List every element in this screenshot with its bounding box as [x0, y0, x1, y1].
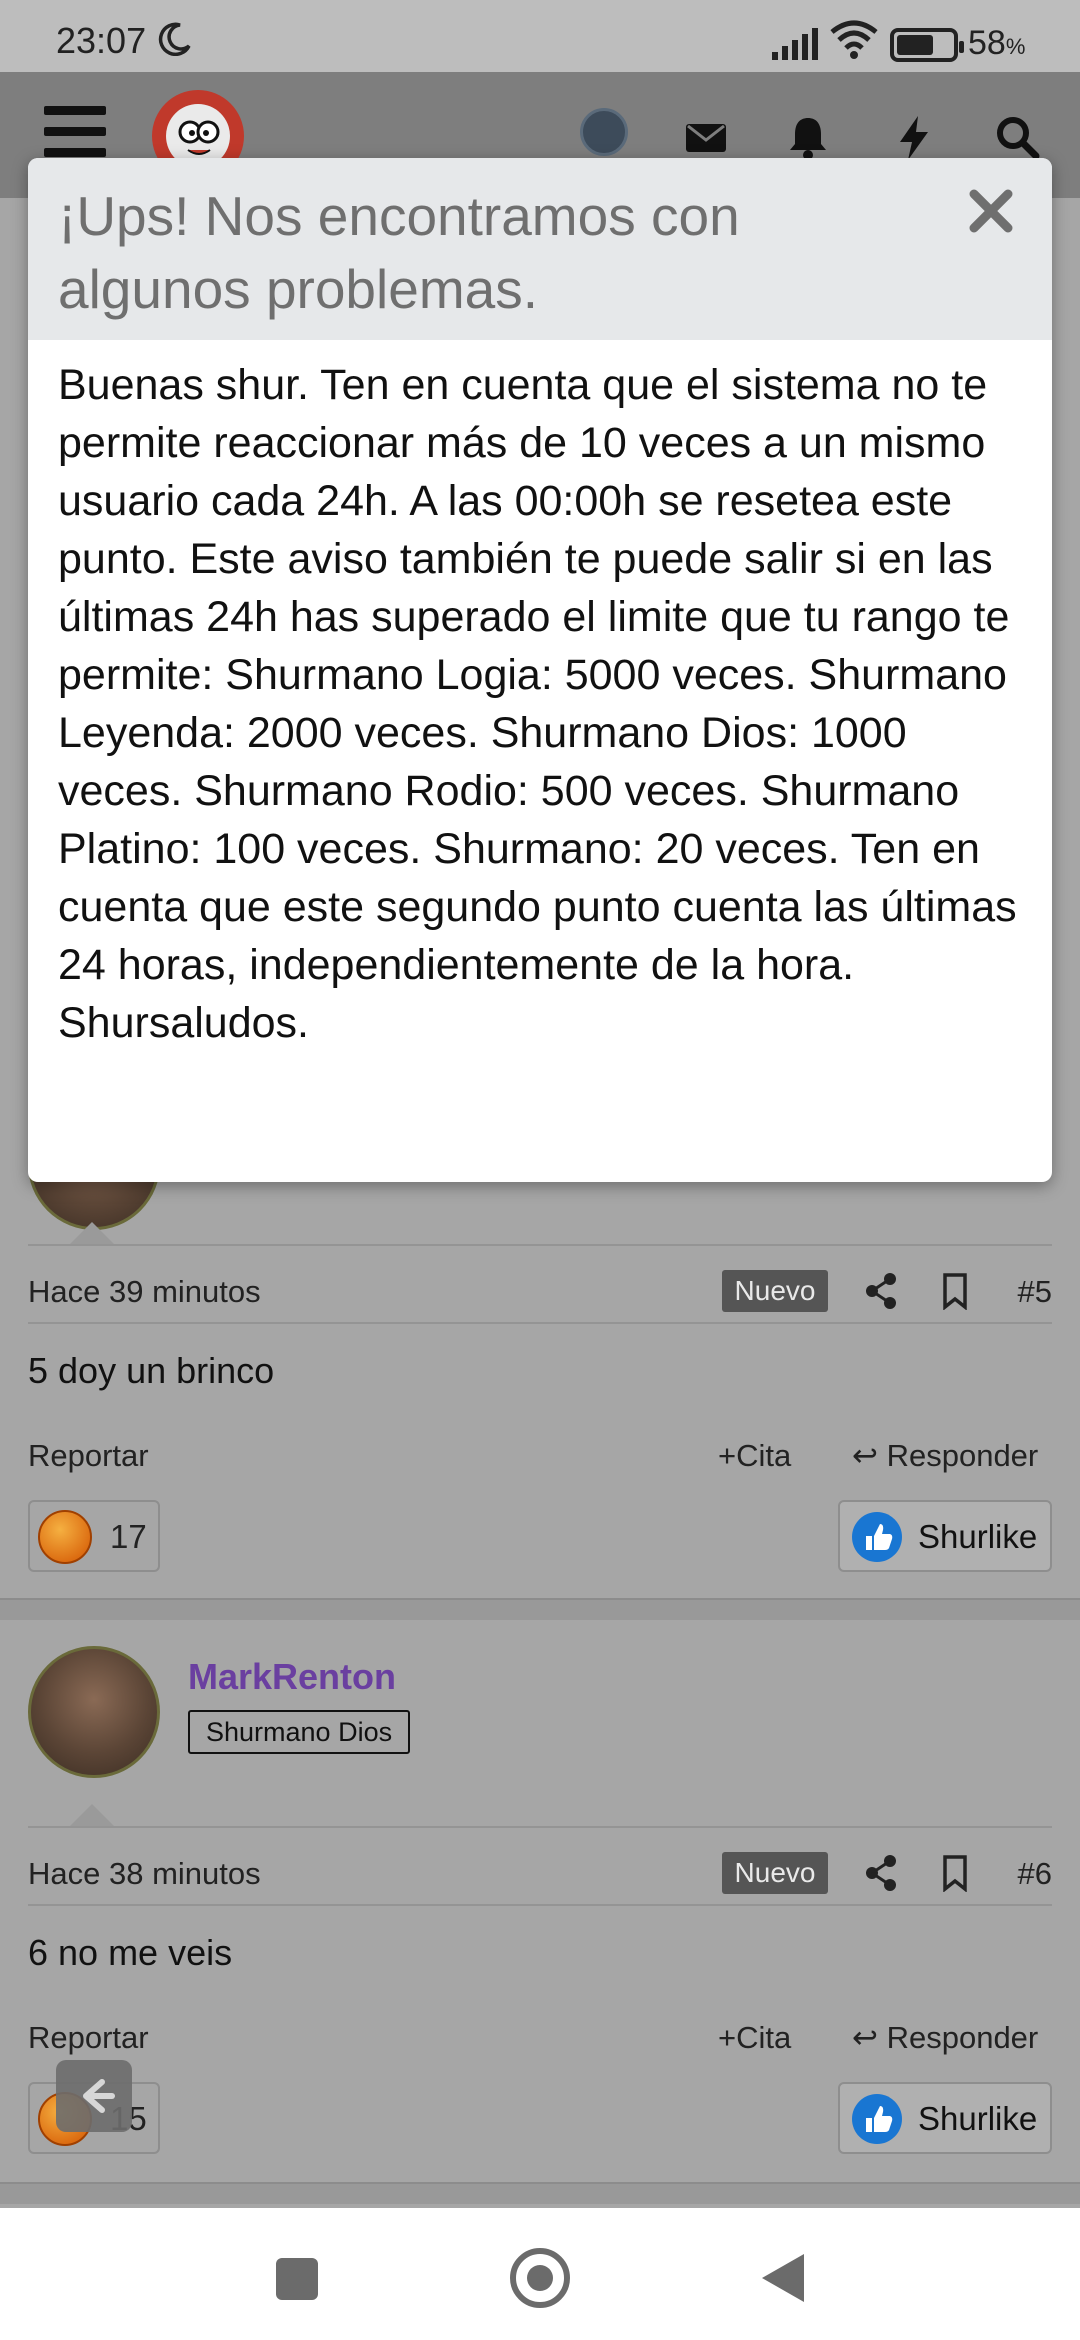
system-nav-bar [0, 2208, 1080, 2340]
bookmark-icon[interactable] [938, 1272, 972, 1310]
post-caret [68, 1222, 116, 1246]
post-body: 6 no me veis [28, 1932, 233, 1973]
user-avatar[interactable] [580, 108, 628, 156]
divider [28, 1322, 1052, 1324]
post-caret [68, 1804, 116, 1828]
divider [28, 1244, 1052, 1246]
close-icon[interactable] [966, 186, 1016, 236]
reaction-counter[interactable]: 17 [28, 1500, 160, 1572]
menu-icon[interactable] [44, 106, 106, 158]
post-separator [0, 1598, 1080, 1620]
divider [28, 1904, 1052, 1906]
post-time: Hace 38 minutos [28, 1856, 261, 1891]
reply-button[interactable]: ↩ Responder [852, 1438, 1038, 1474]
reaction-count: 17 [110, 1518, 147, 1555]
error-dialog: ¡Ups! Nos encontramos con algunos proble… [28, 158, 1052, 1182]
search-icon[interactable] [992, 112, 1044, 164]
post-time: Hace 39 minutos [28, 1274, 261, 1309]
quote-button[interactable]: +Cita [718, 2020, 791, 2056]
shurlike-button[interactable]: Shurlike [838, 2082, 1052, 2154]
arrow-left-icon [83, 2079, 115, 2113]
logo-face-icon [178, 120, 220, 155]
floating-back-button[interactable] [56, 2060, 132, 2132]
battery-percentage: 58% [968, 24, 1026, 62]
share-icon[interactable] [864, 1854, 898, 1892]
thumbs-up-icon [852, 2094, 902, 2144]
thumbs-up-icon [852, 1512, 902, 1562]
bookmark-icon[interactable] [938, 1854, 972, 1892]
post-separator [0, 2182, 1080, 2204]
battery-icon [890, 28, 964, 62]
moon-icon [158, 22, 191, 56]
dialog-message: Buenas shur. Ten en cuenta que el sistem… [58, 361, 1017, 1047]
reply-button[interactable]: ↩ Responder [852, 2020, 1038, 2056]
signal-icon [772, 28, 818, 60]
report-link[interactable]: Reportar [28, 1438, 149, 1474]
dialog-header: ¡Ups! Nos encontramos con algunos proble… [28, 158, 1052, 340]
shurlike-button[interactable]: Shurlike [838, 1500, 1052, 1572]
back-button[interactable] [762, 2254, 804, 2302]
post-body: 5 doy un brinco [28, 1350, 275, 1391]
mail-icon[interactable] [680, 112, 732, 164]
bell-icon[interactable] [782, 112, 834, 164]
dialog-title: ¡Ups! Nos encontramos con algunos proble… [58, 185, 740, 320]
status-time: 23:07 [56, 20, 147, 61]
post-number[interactable]: #6 [1018, 1856, 1052, 1892]
home-button[interactable] [510, 2248, 570, 2308]
status-bar: 23:07 58% [0, 0, 1080, 72]
share-icon[interactable] [864, 1272, 898, 1310]
recents-button[interactable] [276, 2258, 318, 2300]
new-badge: Nuevo [722, 1852, 828, 1894]
dragonball-reaction-icon [38, 1510, 92, 1564]
divider [28, 1826, 1052, 1828]
report-link[interactable]: Reportar [28, 2020, 149, 2056]
quote-button[interactable]: +Cita [718, 1438, 791, 1474]
bolt-icon[interactable] [888, 112, 940, 164]
shurlike-label: Shurlike [918, 2100, 1038, 2137]
rank-badge: Shurmano Dios [188, 1710, 411, 1754]
post-number[interactable]: #5 [1018, 1274, 1052, 1310]
new-badge: Nuevo [722, 1270, 828, 1312]
post-author-name[interactable]: MarkRenton [188, 1656, 396, 1698]
shurlike-label: Shurlike [918, 1518, 1038, 1555]
post-author-avatar[interactable] [28, 1646, 160, 1778]
wifi-icon [830, 20, 878, 59]
